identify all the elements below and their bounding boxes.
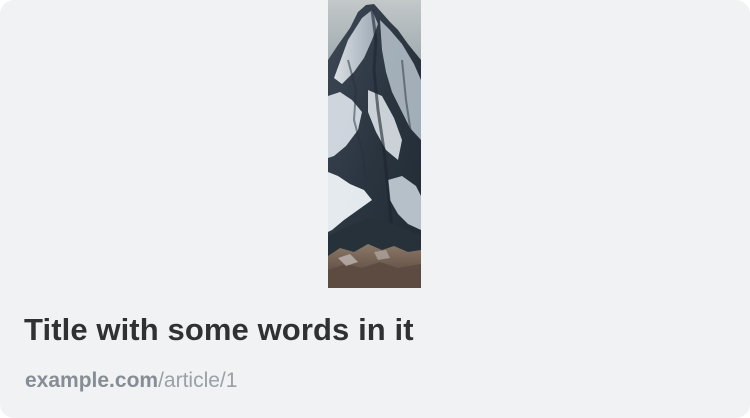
- preview-url-domain: example.com: [25, 369, 159, 392]
- preview-url-path: /article/1: [158, 369, 238, 392]
- link-preview-card[interactable]: Title with some words in it example.com/…: [0, 0, 750, 418]
- preview-url[interactable]: example.com/article/1: [25, 367, 237, 395]
- preview-image: [328, 0, 421, 288]
- mountain-photo-icon: [328, 0, 421, 288]
- preview-title[interactable]: Title with some words in it: [24, 310, 414, 350]
